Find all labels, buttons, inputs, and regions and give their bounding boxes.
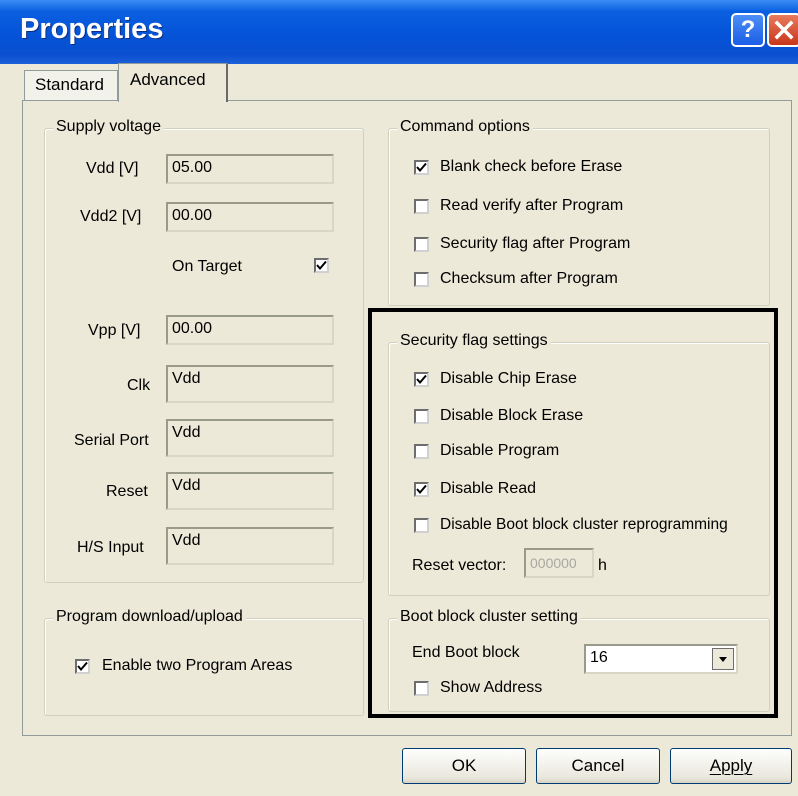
vpp-field[interactable]: 00.00 [166, 315, 334, 345]
show-address-checkbox[interactable] [414, 681, 429, 696]
enable-two-areas-checkbox[interactable] [75, 659, 90, 674]
reset-vector-field[interactable]: 000000 [524, 548, 594, 578]
reset-field[interactable]: Vdd [166, 472, 334, 510]
ok-button[interactable]: OK [402, 748, 526, 784]
on-target-label: On Target [172, 258, 242, 275]
disable-chip-erase-label: Disable Chip Erase [440, 370, 577, 387]
close-button[interactable] [767, 13, 798, 47]
hs-input-field[interactable]: Vdd [166, 527, 334, 565]
disable-chip-erase-checkbox[interactable] [414, 372, 429, 387]
chevron-down-icon [719, 657, 727, 662]
serial-port-field[interactable]: Vdd [166, 419, 334, 457]
read-verify-label: Read verify after Program [440, 197, 624, 214]
reset-label: Reset [106, 483, 148, 500]
properties-dialog: Properties ? Standard Advanced Supply vo… [0, 0, 798, 796]
supply-voltage-group: Supply voltage [44, 118, 364, 583]
vdd2-label: Vdd2 [V] [80, 208, 142, 225]
tab-advanced[interactable]: Advanced [118, 63, 228, 102]
vdd-label: Vdd [V] [86, 160, 139, 177]
disable-block-erase-label: Disable Block Erase [440, 407, 584, 424]
serial-port-label: Serial Port [74, 432, 149, 449]
blank-check-label: Blank check before Erase [440, 158, 623, 175]
tab-standard-label: Standard [35, 75, 104, 94]
vpp-label: Vpp [V] [88, 322, 141, 339]
clk-field[interactable]: Vdd [166, 365, 334, 403]
checksum-checkbox[interactable] [414, 272, 429, 287]
checksum-label: Checksum after Program [440, 270, 618, 287]
checkmark-icon [316, 260, 327, 271]
program-download-title: Program download/upload [53, 608, 246, 626]
checkmark-icon [416, 484, 427, 495]
disable-boot-reprogramming-checkbox[interactable] [414, 518, 429, 533]
disable-block-erase-checkbox[interactable] [414, 409, 429, 424]
checkmark-icon [416, 162, 427, 173]
checkmark-icon [416, 374, 427, 385]
blank-check-checkbox[interactable] [414, 160, 429, 175]
window-title: Properties [20, 13, 164, 45]
tab-advanced-label: Advanced [130, 70, 206, 89]
reset-vector-label: Reset vector: [412, 557, 507, 574]
clk-label: Clk [127, 377, 151, 394]
read-verify-checkbox[interactable] [414, 199, 429, 214]
command-options-title: Command options [397, 118, 533, 136]
security-flag-after-checkbox[interactable] [414, 237, 429, 252]
checkmark-icon [77, 661, 88, 672]
cancel-button[interactable]: Cancel [536, 748, 660, 784]
end-boot-block-label: End Boot block [412, 644, 520, 661]
supply-voltage-title: Supply voltage [53, 118, 164, 136]
disable-read-label: Disable Read [440, 480, 537, 497]
disable-read-checkbox[interactable] [414, 482, 429, 497]
security-flag-after-label: Security flag after Program [440, 235, 631, 252]
disable-program-checkbox[interactable] [414, 444, 429, 459]
on-target-checkbox[interactable] [314, 258, 329, 273]
vdd-field[interactable]: 05.00 [166, 154, 334, 184]
tab-standard[interactable]: Standard [24, 70, 118, 100]
enable-two-areas-label: Enable two Program Areas [102, 657, 293, 674]
boot-block-title: Boot block cluster setting [397, 608, 581, 626]
apply-button[interactable]: Apply [670, 748, 792, 784]
close-icon [774, 20, 794, 40]
hs-input-label: H/S Input [77, 539, 144, 556]
vdd2-field[interactable]: 00.00 [166, 202, 334, 232]
end-boot-block-value: 16 [590, 649, 608, 666]
security-flag-title: Security flag settings [397, 332, 551, 350]
reset-vector-suffix: h [598, 557, 607, 574]
help-button[interactable]: ? [731, 13, 765, 47]
title-bar[interactable]: Properties ? [0, 0, 798, 64]
disable-program-label: Disable Program [440, 442, 560, 459]
show-address-label: Show Address [440, 679, 543, 696]
dropdown-arrow-button[interactable] [712, 648, 734, 670]
disable-boot-reprogramming-label: Disable Boot block cluster reprogramming [440, 516, 728, 533]
